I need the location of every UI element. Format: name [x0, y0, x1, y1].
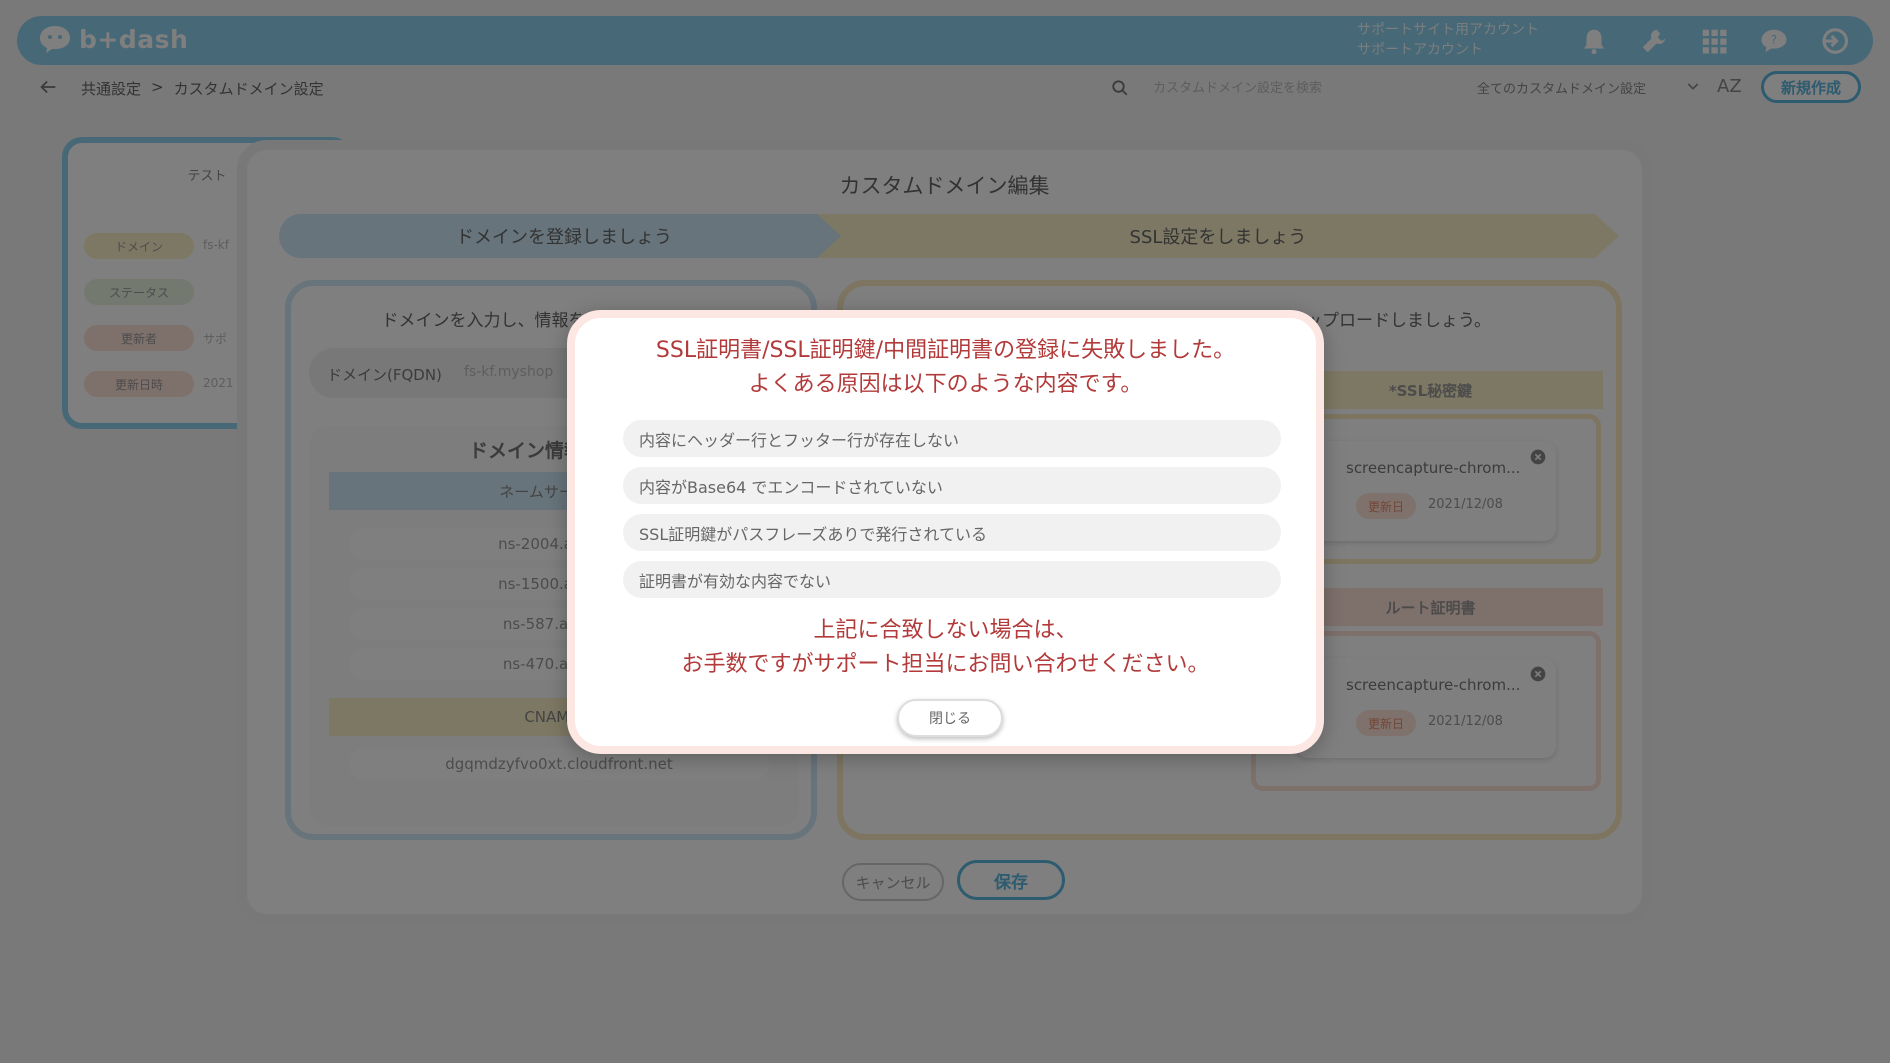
- error-reason-item: 証明書が有効な内容でない: [623, 561, 1281, 598]
- error-reason-item: 内容がBase64 でエンコードされていない: [623, 467, 1281, 504]
- error-reason-item: SSL証明鍵がパスフレーズありで発行されている: [623, 514, 1281, 551]
- support-message-line1: 上記に合致しない場合は、: [813, 618, 1078, 643]
- ssl-error-dialog: SSL証明書/SSL証明鍵/中間証明書の登録に失敗しました。 よくある原因は以下…: [567, 310, 1324, 754]
- error-message-line1: SSL証明書/SSL証明鍵/中間証明書の登録に失敗しました。: [655, 338, 1236, 363]
- close-button[interactable]: 閉じる: [897, 699, 1003, 737]
- error-reason-item: 内容にヘッダー行とフッター行が存在しない: [623, 420, 1281, 457]
- support-message-line2: お手数ですがサポート担当にお問い合わせください。: [681, 652, 1210, 677]
- error-message-line2: よくある原因は以下のような内容です。: [748, 372, 1143, 397]
